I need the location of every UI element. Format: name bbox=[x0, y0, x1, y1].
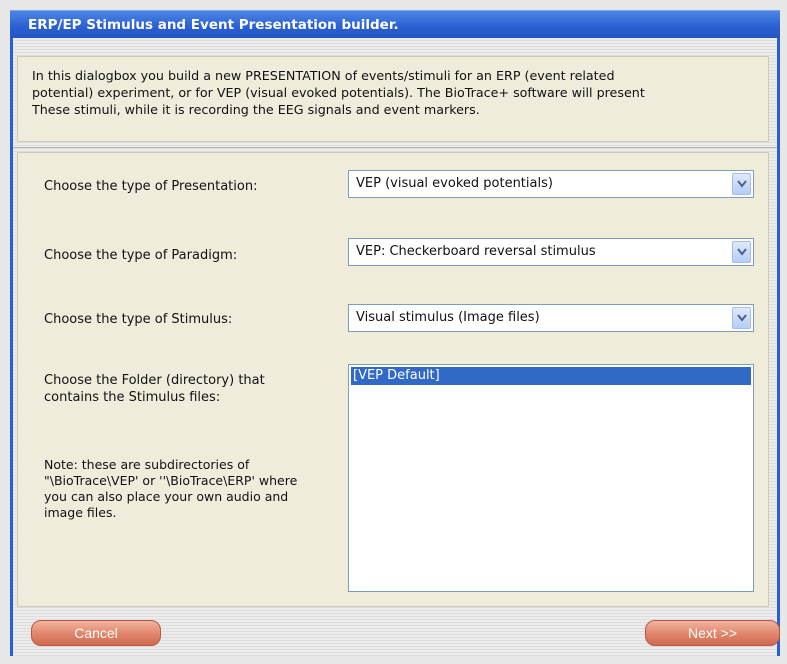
presentation-type-value: VEP (visual evoked potentials) bbox=[356, 176, 553, 191]
next-button[interactable]: Next >> bbox=[645, 620, 780, 646]
chevron-down-icon[interactable] bbox=[732, 307, 751, 329]
intro-text-line: In this dialogbox you build a new PRESEN… bbox=[32, 68, 615, 83]
note-line: you can also place your own audio and bbox=[44, 489, 289, 504]
note-line: "\BioTrace\VEP' or ''\BioTrace\ERP' wher… bbox=[44, 473, 298, 488]
cancel-button[interactable]: Cancel bbox=[31, 620, 161, 646]
presentation-type-select[interactable]: VEP (visual evoked potentials) bbox=[348, 170, 754, 198]
folder-label: Choose the Folder (directory) that conta… bbox=[44, 372, 265, 406]
note-line: Note: these are subdirectories of bbox=[44, 457, 250, 472]
dialog-title: ERP/EP Stimulus and Event Presentation b… bbox=[28, 17, 399, 33]
note-line: image files. bbox=[44, 505, 117, 520]
note-text: Note: these are subdirectories of "\BioT… bbox=[44, 457, 344, 521]
folder-list[interactable]: [VEP Default] bbox=[348, 364, 754, 592]
intro-text-line: These stimuli, while it is recording the… bbox=[32, 102, 480, 117]
paradigm-type-value: VEP: Checkerboard reversal stimulus bbox=[356, 244, 596, 259]
stimulus-type-label: Choose the type of Stimulus: bbox=[44, 312, 233, 327]
folder-label-line: Choose the Folder (directory) that bbox=[44, 373, 265, 388]
chevron-down-icon[interactable] bbox=[732, 173, 751, 195]
intro-panel: In this dialogbox you build a new PRESEN… bbox=[17, 56, 769, 142]
paradigm-type-select[interactable]: VEP: Checkerboard reversal stimulus bbox=[348, 238, 754, 266]
stimulus-type-select[interactable]: Visual stimulus (Image files) bbox=[348, 304, 754, 332]
paradigm-type-label: Choose the type of Paradigm: bbox=[44, 248, 238, 263]
folder-label-line: contains the Stimulus files: bbox=[44, 390, 221, 405]
dialog-title-bar: ERP/EP Stimulus and Event Presentation b… bbox=[10, 10, 780, 38]
intro-text-line: potential) experiment, or for VEP (visua… bbox=[32, 85, 645, 100]
separator bbox=[13, 147, 777, 148]
stimulus-type-value: Visual stimulus (Image files) bbox=[356, 310, 540, 325]
presentation-type-label: Choose the type of Presentation: bbox=[44, 179, 258, 194]
folder-list-item-selected[interactable]: [VEP Default] bbox=[351, 367, 751, 385]
chevron-down-icon[interactable] bbox=[732, 241, 751, 263]
